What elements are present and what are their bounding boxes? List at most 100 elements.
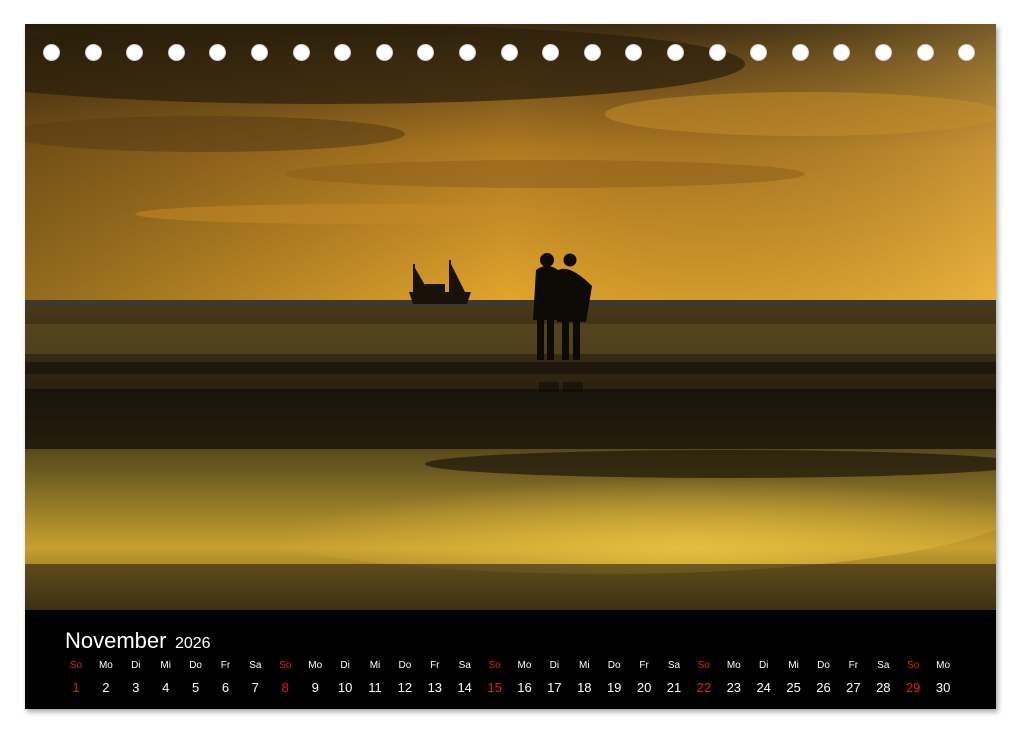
day-number: 10 bbox=[337, 680, 353, 695]
binding-hole bbox=[167, 44, 185, 61]
weekday-label: Fr bbox=[848, 660, 859, 671]
day-column: Do 19 bbox=[599, 660, 629, 696]
binding-hole bbox=[375, 44, 393, 61]
day-column: Do 26 bbox=[809, 660, 839, 696]
weekday-label: Do bbox=[607, 660, 621, 671]
day-number: 18 bbox=[577, 680, 592, 695]
day-column: Mo 2 bbox=[91, 660, 121, 696]
day-column: Mo 16 bbox=[510, 660, 540, 696]
day-number: 15 bbox=[487, 680, 502, 695]
day-column: Do 5 bbox=[181, 660, 211, 696]
weekday-label: Mo bbox=[936, 660, 951, 671]
day-number: 13 bbox=[427, 680, 443, 695]
binding-hole bbox=[833, 44, 851, 61]
day-number: 26 bbox=[816, 680, 831, 695]
day-number: 1 bbox=[72, 680, 80, 695]
day-column: Di 10 bbox=[330, 660, 360, 696]
day-column: So 15 bbox=[480, 660, 510, 696]
day-column: Fr 13 bbox=[420, 660, 450, 696]
weekday-label: Sa bbox=[249, 660, 262, 671]
day-number: 25 bbox=[786, 680, 801, 695]
day-number: 9 bbox=[311, 680, 319, 695]
day-number: 14 bbox=[457, 680, 472, 695]
binding-hole bbox=[251, 44, 268, 61]
day-number: 22 bbox=[696, 680, 712, 695]
day-column: So 8 bbox=[270, 660, 300, 696]
day-column: So 29 bbox=[898, 660, 928, 696]
day-number: 5 bbox=[191, 680, 200, 695]
weekday-label: Sa bbox=[458, 660, 471, 671]
weekday-label: Mo bbox=[517, 660, 532, 671]
weekday-label: Mi bbox=[788, 660, 799, 671]
day-column: So 22 bbox=[689, 660, 719, 696]
day-number: 30 bbox=[935, 680, 951, 695]
weekday-label: Fr bbox=[220, 660, 231, 671]
weekday-label: So bbox=[697, 660, 710, 671]
weekday-label: Mo bbox=[308, 660, 323, 671]
binding-hole bbox=[791, 44, 809, 61]
binding-hole bbox=[43, 44, 60, 61]
weekday-label: Mi bbox=[579, 660, 590, 671]
calendar-footer: November 2026 So 1 Mo 2 Di 3 Mi 4 Do 5 Fr 6 Sa 7 So 8 Mo… bbox=[25, 610, 996, 709]
weekday-label: So bbox=[279, 660, 292, 671]
sunset-photo bbox=[25, 24, 996, 610]
day-number: 2 bbox=[102, 680, 110, 695]
day-number: 29 bbox=[905, 680, 921, 695]
day-number: 28 bbox=[876, 680, 891, 695]
binding-hole bbox=[417, 44, 435, 61]
day-number: 19 bbox=[606, 680, 622, 695]
binding-hole bbox=[583, 44, 601, 61]
weekday-label: Mi bbox=[369, 660, 381, 671]
binding-hole bbox=[500, 44, 518, 61]
weekday-label: Di bbox=[549, 660, 560, 671]
day-column: Mo 9 bbox=[300, 660, 330, 696]
day-column: Mi 4 bbox=[151, 660, 181, 696]
day-column: So 1 bbox=[61, 660, 91, 696]
day-grid: So 1 Mo 2 Di 3 Mi 4 Do 5 Fr 6 Sa 7 So 8 Mo 9 Di 10 Mi 11 Do 12 F… bbox=[61, 660, 981, 704]
weekday-label: Mi bbox=[160, 660, 171, 671]
binding-hole bbox=[958, 44, 976, 61]
binding-hole bbox=[542, 44, 560, 61]
binding-hole bbox=[750, 44, 768, 61]
day-column: Fr 6 bbox=[211, 660, 241, 696]
day-number: 16 bbox=[517, 680, 532, 695]
day-column: Mi 18 bbox=[569, 660, 599, 696]
binding-hole bbox=[459, 44, 476, 61]
weekday-label: Mo bbox=[726, 660, 741, 671]
weekday-label: Sa bbox=[877, 660, 890, 671]
binding-hole bbox=[84, 44, 102, 61]
binding-hole bbox=[667, 44, 684, 61]
binding-hole bbox=[875, 44, 892, 61]
day-number: 17 bbox=[547, 680, 562, 695]
weekday-label: So bbox=[907, 660, 920, 671]
day-column: Sa 21 bbox=[659, 660, 689, 696]
day-column: Sa 7 bbox=[240, 660, 270, 696]
day-column: Fr 27 bbox=[838, 660, 868, 696]
day-number: 4 bbox=[162, 680, 170, 695]
weekday-label: Fr bbox=[430, 660, 440, 671]
day-column: Di 3 bbox=[121, 660, 151, 696]
day-column: Di 17 bbox=[539, 660, 569, 696]
weekday-label: Di bbox=[758, 660, 769, 671]
day-column: Mo 30 bbox=[928, 660, 958, 696]
weekday-label: Di bbox=[131, 660, 141, 671]
day-number: 11 bbox=[368, 680, 382, 695]
weekday-label: Di bbox=[340, 660, 350, 671]
binding-hole bbox=[708, 44, 726, 61]
month-name: November bbox=[65, 628, 167, 653]
day-number: 8 bbox=[281, 680, 289, 695]
weekday-label: So bbox=[69, 660, 83, 671]
month-title: November 2026 bbox=[65, 628, 211, 654]
day-number: 3 bbox=[132, 680, 140, 695]
year-label: 2026 bbox=[174, 635, 211, 652]
weekday-label: Mo bbox=[98, 660, 113, 671]
binding-hole bbox=[916, 44, 934, 61]
binding-holes bbox=[25, 44, 996, 64]
day-number: 7 bbox=[251, 680, 259, 695]
day-column: Mi 11 bbox=[360, 660, 390, 696]
binding-hole bbox=[292, 44, 310, 61]
day-number: 24 bbox=[756, 680, 771, 695]
day-number: 27 bbox=[846, 680, 861, 695]
binding-hole bbox=[126, 44, 144, 61]
day-column: Di 24 bbox=[749, 660, 779, 696]
